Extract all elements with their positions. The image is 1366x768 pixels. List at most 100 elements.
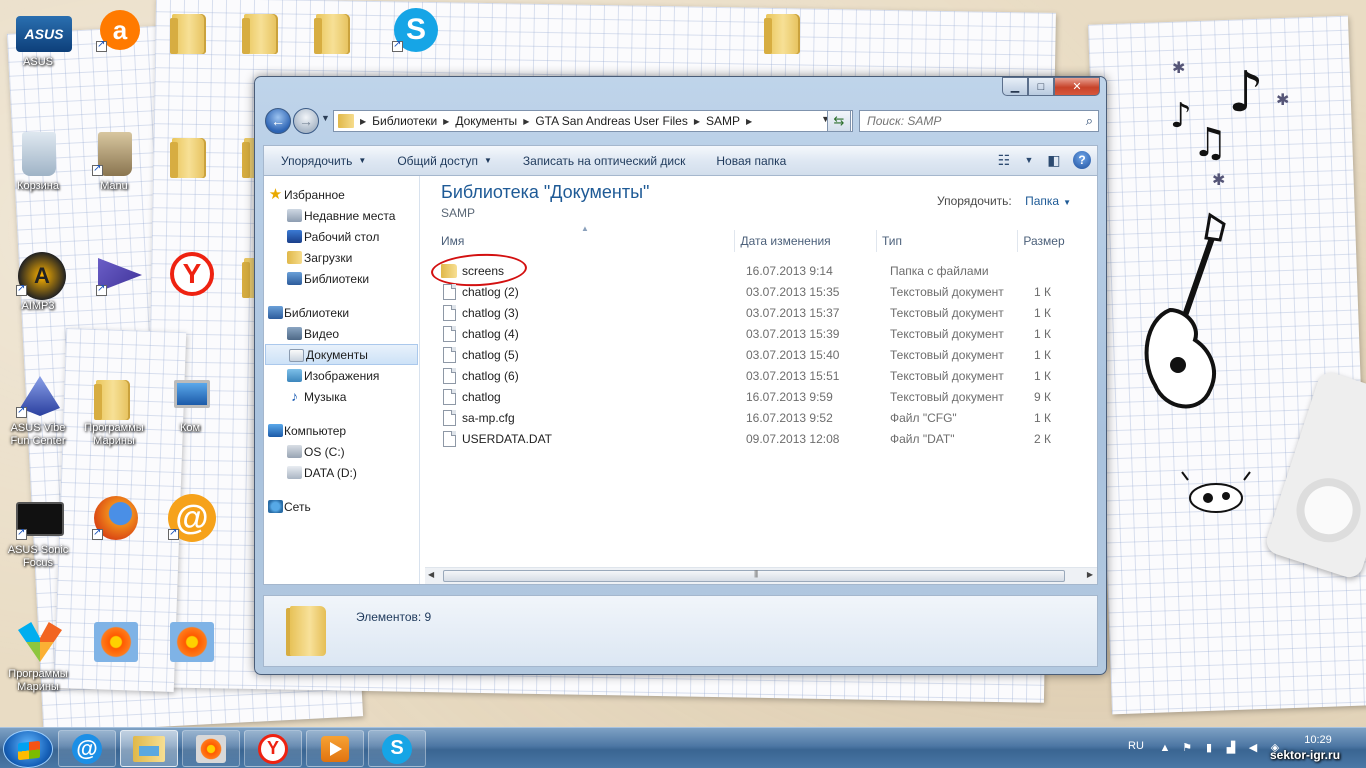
desktop-icon-asus[interactable]: ASUS ASUS bbox=[4, 6, 72, 69]
desktop-icon-flower-app[interactable] bbox=[156, 618, 224, 666]
breadcrumb-gta-user-files[interactable]: GTA San Andreas User Files bbox=[535, 114, 688, 128]
desktop-icon-flower-app[interactable] bbox=[80, 618, 148, 666]
breadcrumb-libraries[interactable]: Библиотеки bbox=[372, 114, 437, 128]
file-row[interactable]: sa-mp.cfg 16.07.2013 9:52 Файл "CFG" 1 К bbox=[441, 407, 1097, 428]
column-header-date[interactable]: Дата изменения bbox=[735, 230, 877, 252]
chevron-right-icon[interactable]: ▶ bbox=[443, 117, 449, 126]
recent-pages-dropdown-icon[interactable]: ▼ bbox=[321, 113, 330, 123]
power-icon[interactable]: ▮ bbox=[1202, 741, 1216, 755]
show-hidden-icons-icon[interactable]: ▲ bbox=[1158, 741, 1172, 755]
file-row[interactable]: chatlog (6) 03.07.2013 15:51 Текстовый д… bbox=[441, 365, 1097, 386]
file-row[interactable]: chatlog 16.07.2013 9:59 Текстовый докуме… bbox=[441, 386, 1097, 407]
preview-pane-icon[interactable]: ◧ bbox=[1043, 150, 1065, 170]
chevron-right-icon[interactable]: ▶ bbox=[694, 117, 700, 126]
clock[interactable]: 10:29 bbox=[1298, 734, 1338, 746]
nav-drive-d[interactable]: DATA (D:) bbox=[264, 462, 419, 483]
help-icon[interactable]: ? bbox=[1073, 151, 1091, 169]
nav-computer[interactable]: Компьютер bbox=[264, 420, 419, 441]
nav-downloads[interactable]: Загрузки bbox=[264, 247, 419, 268]
desktop-icon-asus-sonic-focus[interactable]: ASUS Sonic Focus bbox=[4, 494, 72, 570]
arrange-by-dropdown[interactable]: Папка bbox=[1025, 194, 1059, 208]
taskbar-explorer[interactable] bbox=[120, 730, 178, 767]
organize-menu-button[interactable]: Упорядочить ▼ bbox=[264, 146, 380, 175]
column-header-type[interactable]: Тип bbox=[877, 230, 1019, 252]
search-box[interactable]: ⌕ bbox=[859, 110, 1099, 132]
desktop-icon-manual[interactable]: Manu bbox=[80, 130, 148, 193]
file-row[interactable]: screens 16.07.2013 9:14 Папка с файлами bbox=[430, 251, 1097, 289]
network-signal-icon[interactable]: ▟ bbox=[1224, 741, 1238, 755]
nav-libraries[interactable]: Библиотеки bbox=[264, 302, 419, 323]
column-header-size[interactable]: Размер bbox=[1018, 230, 1097, 252]
nav-recent-places[interactable]: Недавние места bbox=[264, 205, 419, 226]
chevron-down-icon[interactable]: ▼ bbox=[1063, 198, 1071, 207]
desktop-icon-folder[interactable] bbox=[750, 6, 818, 54]
close-button[interactable]: ✕ bbox=[1054, 77, 1100, 96]
taskbar-media-player[interactable] bbox=[306, 730, 364, 767]
desktop-icon-asus-vibe[interactable]: ASUS Vibe Fun Center bbox=[4, 372, 72, 448]
file-row[interactable]: chatlog (3) 03.07.2013 15:37 Текстовый д… bbox=[441, 302, 1097, 323]
chevron-right-icon[interactable]: ▶ bbox=[523, 117, 529, 126]
nav-music[interactable]: ♪ Музыка bbox=[264, 386, 419, 407]
share-menu-button[interactable]: Общий доступ ▼ bbox=[380, 146, 506, 175]
nav-drive-c[interactable]: OS (C:) bbox=[264, 441, 419, 462]
view-options-icon[interactable]: ☷ bbox=[993, 150, 1015, 170]
forward-button[interactable]: → bbox=[293, 108, 319, 134]
desktop-icon-skype[interactable]: S bbox=[380, 6, 448, 54]
desktop-icon-folder[interactable] bbox=[156, 6, 224, 54]
file-row[interactable]: chatlog (4) 03.07.2013 15:39 Текстовый д… bbox=[441, 323, 1097, 344]
file-row[interactable]: chatlog (2) 03.07.2013 15:35 Текстовый д… bbox=[441, 281, 1097, 302]
desktop-icon-firefox[interactable] bbox=[80, 494, 148, 542]
desktop-icon-media-player[interactable] bbox=[84, 250, 152, 298]
search-icon[interactable]: ⌕ bbox=[1086, 113, 1093, 129]
nav-desktop[interactable]: Рабочий стол bbox=[264, 226, 419, 247]
scroll-right-icon[interactable]: ▶ bbox=[1087, 570, 1093, 579]
desktop-icon-yandex[interactable]: Y bbox=[156, 250, 224, 298]
taskbar-flower-app[interactable] bbox=[182, 730, 240, 767]
desktop-icon-folder[interactable] bbox=[300, 6, 368, 54]
maximize-button[interactable]: □ bbox=[1028, 77, 1054, 96]
chevron-right-icon[interactable]: ▶ bbox=[746, 117, 752, 126]
minimize-button[interactable]: ▁ bbox=[1002, 77, 1028, 96]
desktop-icon-aimp[interactable]: A AIMP3 bbox=[4, 250, 72, 313]
file-name: chatlog (3) bbox=[462, 305, 519, 320]
search-input[interactable] bbox=[867, 114, 1067, 128]
taskbar-yandex[interactable]: Y bbox=[244, 730, 302, 767]
nav-video[interactable]: Видео bbox=[264, 323, 419, 344]
desktop-icon-folder[interactable] bbox=[156, 130, 224, 178]
scroll-left-icon[interactable]: ◀ bbox=[428, 570, 434, 579]
desktop-icon-msn[interactable]: Программы Марины bbox=[4, 618, 72, 694]
address-bar[interactable]: ▶ Библиотеки ▶ Документы ▶ GTA San Andre… bbox=[333, 110, 853, 132]
back-button[interactable]: ← bbox=[265, 108, 291, 134]
desktop-icon-avast[interactable]: a bbox=[84, 6, 152, 54]
start-button[interactable] bbox=[3, 730, 53, 768]
desktop-icon-computer[interactable]: Ком bbox=[156, 372, 224, 435]
refresh-button[interactable]: ⇆ bbox=[827, 110, 851, 132]
scrollbar-thumb[interactable] bbox=[443, 569, 1065, 582]
file-row[interactable]: USERDATA.DAT 09.07.2013 12:08 Файл "DAT"… bbox=[441, 428, 1097, 449]
nav-network[interactable]: Сеть bbox=[264, 496, 419, 517]
nav-documents[interactable]: Документы bbox=[265, 344, 418, 365]
nav-libraries-favorite[interactable]: Библиотеки bbox=[264, 268, 419, 289]
desktop-icon-mail-agent[interactable]: @ bbox=[156, 494, 224, 542]
horizontal-scrollbar[interactable]: ◀ ▶ bbox=[425, 567, 1097, 584]
column-header-name[interactable]: Имя bbox=[441, 230, 736, 252]
desktop-icon-folder[interactable] bbox=[228, 6, 296, 54]
language-indicator[interactable]: RU bbox=[1128, 740, 1144, 752]
new-folder-button[interactable]: Новая папка bbox=[699, 146, 800, 175]
chevron-right-icon[interactable]: ▶ bbox=[360, 117, 366, 126]
breadcrumb-samp[interactable]: SAMP bbox=[706, 114, 740, 128]
desktop-icon-programs-folder[interactable]: Программы Марины bbox=[80, 372, 148, 448]
chevron-down-icon[interactable]: ▼ bbox=[1023, 150, 1035, 170]
action-center-flag-icon[interactable]: ⚑ bbox=[1180, 741, 1194, 755]
nav-favorites[interactable]: ★ Избранное bbox=[264, 184, 419, 205]
volume-icon[interactable]: ◀ bbox=[1246, 741, 1260, 755]
file-list-pane: Библиотека "Документы" SAMP Упорядочить:… bbox=[421, 176, 1097, 584]
breadcrumb-documents[interactable]: Документы bbox=[455, 114, 517, 128]
nav-images[interactable]: Изображения bbox=[264, 365, 419, 386]
desktop-icon-recycle-bin[interactable]: Корзина bbox=[4, 130, 72, 193]
file-row[interactable]: chatlog (5) 03.07.2013 15:40 Текстовый д… bbox=[441, 344, 1097, 365]
text-file-icon bbox=[443, 346, 456, 363]
burn-disc-button[interactable]: Записать на оптический диск bbox=[506, 146, 700, 175]
taskbar-skype[interactable]: S bbox=[368, 730, 426, 767]
taskbar-mail-agent[interactable]: @ bbox=[58, 730, 116, 767]
